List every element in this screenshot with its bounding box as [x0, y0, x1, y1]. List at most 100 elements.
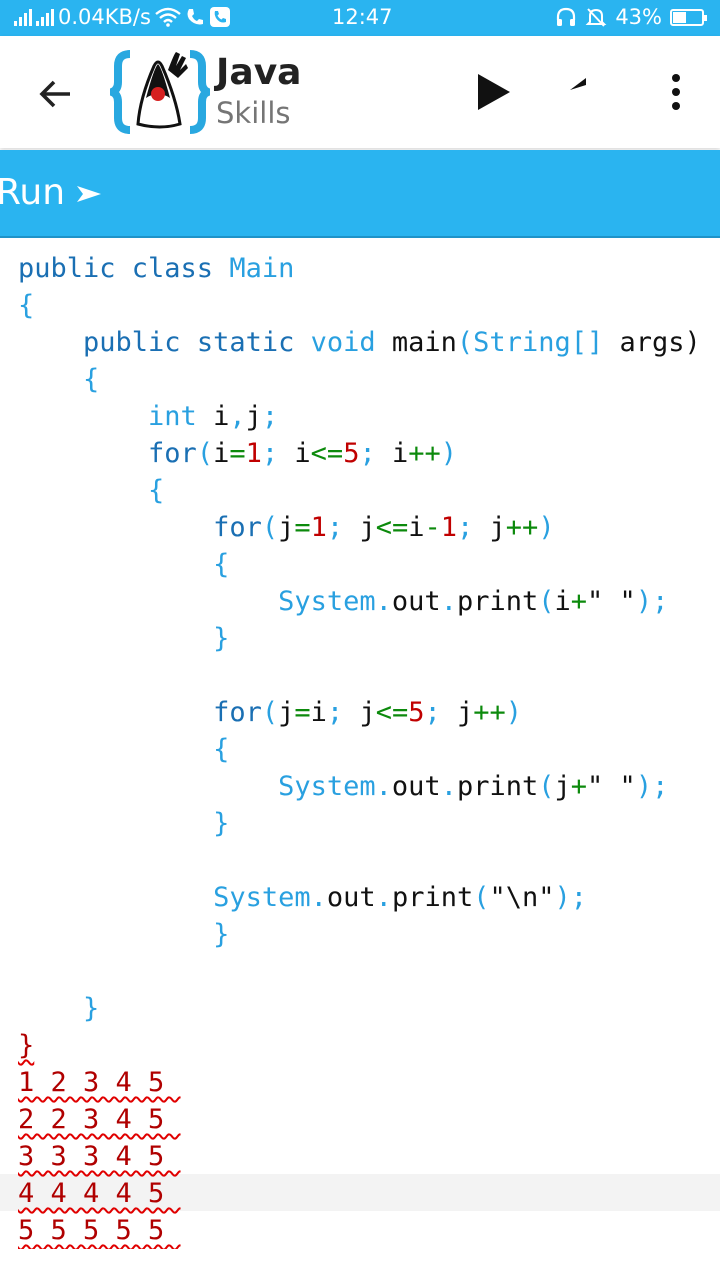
- output-line[interactable]: 1 2 3 4 5: [18, 1064, 720, 1101]
- code-line[interactable]: {: [18, 287, 720, 324]
- code-line[interactable]: for(j=i; j<=5; j++): [18, 694, 720, 731]
- code-token: i: [213, 401, 230, 432]
- code-token: ;: [359, 438, 392, 469]
- code-token: out: [391, 771, 441, 802]
- code-token: {: [148, 475, 165, 506]
- code-line[interactable]: [18, 842, 720, 879]
- code-line[interactable]: }: [18, 990, 720, 1027]
- code-token: ,: [229, 401, 246, 432]
- call-icon: [185, 7, 205, 27]
- code-line[interactable]: for(i=1; i<=5; i++): [18, 435, 720, 472]
- output-text: 2 2 3 4 5: [18, 1104, 181, 1135]
- output-line[interactable]: 5 5 5 5 5: [18, 1212, 720, 1249]
- code-token: (: [473, 882, 490, 913]
- code-line[interactable]: }: [18, 1027, 720, 1064]
- code-token: }: [83, 993, 100, 1024]
- code-token: .: [440, 586, 457, 617]
- undo-icon[interactable]: [566, 70, 610, 114]
- clock: 12:47: [332, 5, 393, 29]
- code-token: .: [375, 586, 392, 617]
- code-token: .: [375, 771, 392, 802]
- output-line[interactable]: 4 4 4 4 5: [18, 1175, 720, 1212]
- wifi-icon: [155, 7, 181, 27]
- code-editor[interactable]: public class Main{ public static void ma…: [18, 250, 720, 1249]
- output-line[interactable]: 3 3 3 4 5: [18, 1138, 720, 1175]
- code-line[interactable]: System.out.print(i+" ");: [18, 583, 720, 620]
- run-bar: Run: [0, 150, 720, 238]
- code-token: +: [570, 771, 588, 802]
- code-token: j: [554, 771, 571, 802]
- code-token: j: [359, 697, 376, 728]
- code-line[interactable]: }: [18, 916, 720, 953]
- code-token: =: [294, 697, 311, 728]
- status-bar: 0.04KB/s 12:47 43%: [0, 0, 720, 36]
- code-line[interactable]: [18, 657, 720, 694]
- code-token: ++: [473, 697, 506, 728]
- run-button[interactable]: Run: [0, 172, 103, 213]
- code-line[interactable]: System.out.print("\n");: [18, 879, 720, 916]
- code-line[interactable]: {: [18, 546, 720, 583]
- code-line[interactable]: {: [18, 361, 720, 398]
- code-line[interactable]: }: [18, 620, 720, 657]
- code-token: -: [424, 512, 441, 543]
- code-token: 1: [245, 438, 262, 469]
- code-token: j: [489, 512, 506, 543]
- arrow-back-icon[interactable]: [36, 74, 76, 114]
- code-token: }: [213, 623, 230, 654]
- code-token: out: [326, 882, 376, 913]
- output-line[interactable]: 2 2 3 4 5: [18, 1101, 720, 1138]
- battery-charging-icon: [670, 8, 707, 26]
- call-icon: [209, 6, 231, 28]
- code-token: ): [440, 438, 458, 469]
- code-token: i: [391, 438, 409, 469]
- code-line[interactable]: for(j=1; j<=i-1; j++): [18, 509, 720, 546]
- code-token: print: [456, 586, 539, 617]
- code-token: print: [456, 771, 539, 802]
- code-token: print: [391, 882, 474, 913]
- code-token: out: [391, 586, 441, 617]
- more-vert-icon[interactable]: [654, 70, 698, 114]
- code-line[interactable]: {: [18, 472, 720, 509]
- code-token: (: [538, 771, 555, 802]
- code-token: public class: [18, 253, 230, 284]
- title-block: Java Skills: [216, 52, 301, 132]
- output-text: 5 5 5 5 5: [18, 1215, 181, 1246]
- code-token: ++: [408, 438, 441, 469]
- code-token: int: [148, 401, 214, 432]
- code-token: (: [196, 438, 214, 469]
- signal-icon: [36, 8, 54, 26]
- code-line[interactable]: [18, 953, 720, 990]
- code-token: ;: [326, 697, 360, 728]
- code-token: (: [538, 586, 555, 617]
- code-token: "\n": [489, 882, 555, 913]
- code-token: i: [294, 438, 311, 469]
- code-line[interactable]: int i,j;: [18, 398, 720, 435]
- code-line[interactable]: }: [18, 805, 720, 842]
- code-token: i: [408, 512, 425, 543]
- code-token: Main: [229, 253, 295, 284]
- code-token: main: [391, 327, 457, 358]
- network-speed: 0.04KB/s: [58, 5, 151, 29]
- run-arrow-icon: [75, 172, 103, 213]
- code-token: (: [261, 512, 279, 543]
- code-line[interactable]: {: [18, 731, 720, 768]
- code-token: System: [278, 771, 376, 802]
- code-token: System: [278, 586, 376, 617]
- code-token: .: [310, 882, 327, 913]
- play-icon[interactable]: [472, 70, 516, 114]
- code-line[interactable]: public static void main(String[] args): [18, 324, 720, 361]
- code-token: .: [440, 771, 457, 802]
- code-token: 5: [408, 697, 425, 728]
- code-token: }: [213, 808, 230, 839]
- code-line[interactable]: public class Main: [18, 250, 720, 287]
- code-line[interactable]: System.out.print(j+" ");: [18, 768, 720, 805]
